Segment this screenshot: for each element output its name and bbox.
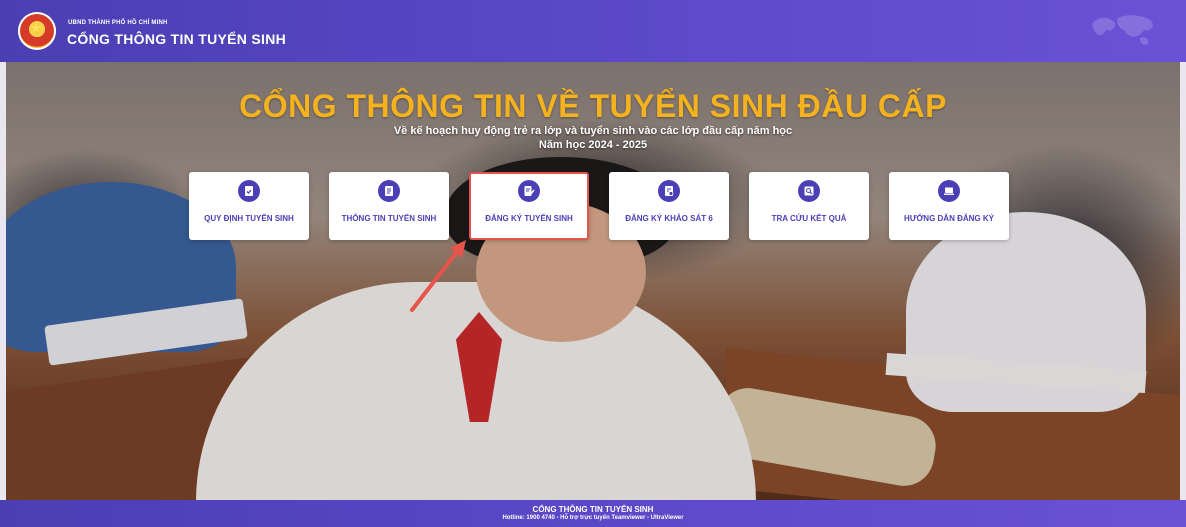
clipboard-check-icon	[238, 180, 260, 202]
card-label: QUY ĐỊNH TUYỂN SINH	[204, 214, 294, 223]
card-label: THÔNG TIN TUYỂN SINH	[341, 214, 437, 223]
survey-form-icon	[658, 180, 680, 202]
hero-subtitle: Về kế hoạch huy động trẻ ra lớp và tuyển…	[6, 124, 1180, 152]
search-result-icon	[798, 180, 820, 202]
card-label: ĐĂNG KÝ KHẢO SÁT 6	[625, 214, 713, 223]
card-huong-dan-dang-ky[interactable]: HƯỚNG DẪN ĐĂNG KÝ	[889, 172, 1009, 240]
hero-subtitle-line2: Năm học 2024 - 2025	[538, 139, 648, 151]
site-footer: CỔNG THÔNG TIN TUYỂN SINH Hotline: 1900 …	[0, 500, 1186, 527]
footer-title: CỔNG THÔNG TIN TUYỂN SINH	[532, 505, 654, 514]
hero-title: CỔNG THÔNG TIN VỀ TUYỂN SINH ĐẦU CẤP	[239, 88, 947, 124]
card-tra-cuu-ket-qua[interactable]: TRA CỨU KẾT QUẢ	[749, 172, 869, 240]
card-label: ĐĂNG KÝ TUYỂN SINH	[485, 214, 573, 223]
menu-cards: QUY ĐỊNH TUYỂN SINH THÔNG TIN TUYỂN SINH…	[189, 172, 1009, 246]
emblem-logo[interactable]: ★	[18, 12, 56, 50]
world-map-icon	[1092, 15, 1153, 45]
card-label: TRA CỨU KẾT QUẢ	[771, 214, 847, 223]
card-quy-dinh-tuyen-sinh[interactable]: QUY ĐỊNH TUYỂN SINH	[189, 172, 309, 240]
pointer-arrow-annotation	[410, 240, 466, 312]
notepad-icon	[378, 180, 400, 202]
footer-hotline: Hotline: 1900 4740 - Hỗ trợ trực tuyến T…	[502, 515, 684, 521]
org-name: UBND THÀNH PHỐ HỒ CHÍ MINH	[68, 20, 168, 26]
card-dang-ky-tuyen-sinh[interactable]: ĐĂNG KÝ TUYỂN SINH	[469, 172, 589, 240]
card-label: HƯỚNG DẪN ĐĂNG KÝ	[904, 214, 994, 223]
star-icon: ★	[30, 21, 42, 36]
site-header: ★ UBND THÀNH PHỐ HỒ CHÍ MINH CỔNG THÔNG …	[0, 0, 1186, 62]
card-thong-tin-tuyen-sinh[interactable]: THÔNG TIN TUYỂN SINH	[329, 172, 449, 240]
site-title[interactable]: CỔNG THÔNG TIN TUYỂN SINH	[67, 31, 286, 47]
hero-banner: CỔNG THÔNG TIN VỀ TUYỂN SINH ĐẦU CẤP Về …	[6, 62, 1180, 500]
card-dang-ky-khao-sat-6[interactable]: ĐĂNG KÝ KHẢO SÁT 6	[609, 172, 729, 240]
hero-subtitle-line1: Về kế hoạch huy động trẻ ra lớp và tuyển…	[393, 125, 793, 137]
document-edit-icon	[518, 180, 540, 202]
laptop-guide-icon	[938, 180, 960, 202]
